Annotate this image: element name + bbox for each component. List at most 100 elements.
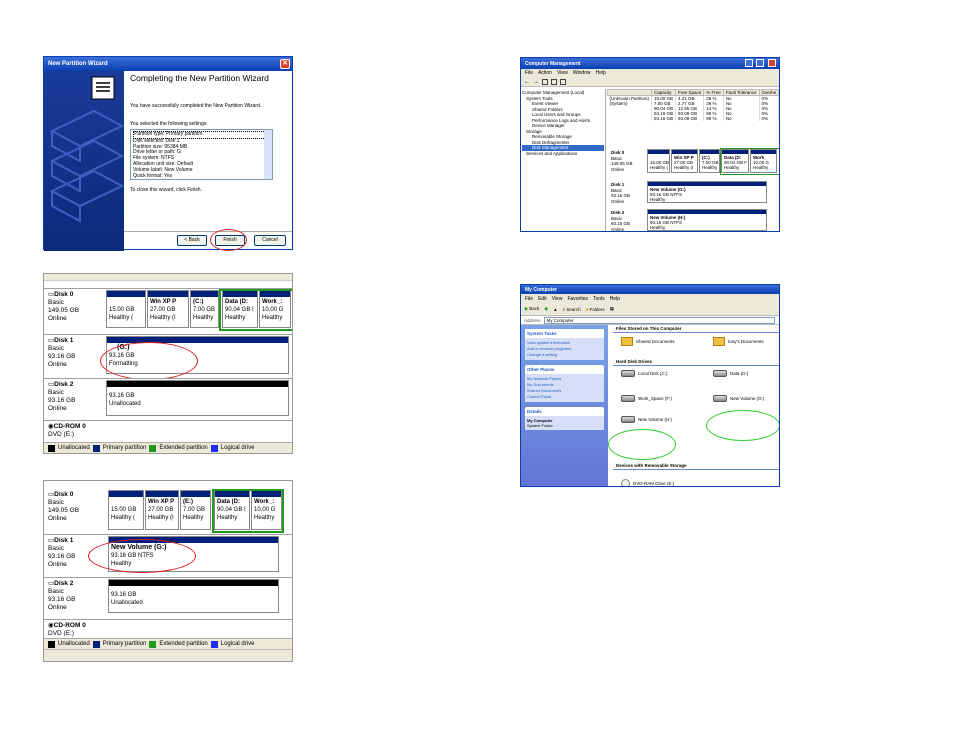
cm-title: Computer Management bbox=[525, 60, 581, 67]
disk0-partition[interactable]: (C:) 7.00 GB Healthy bbox=[190, 290, 219, 328]
cm-disk1-row[interactable]: Disk 1 Basic 93.16 GB Online New Volume (G:… bbox=[607, 180, 779, 206]
disk2-row[interactable]: ▭Disk 2 Basic 93.16 GB Online 93.16 GB Unal… bbox=[44, 378, 292, 420]
disk1-label: ▭Disk 1 Basic 93.16 GB Online bbox=[48, 537, 76, 568]
disk2-unallocated[interactable]: 93.16 GB Unallocated bbox=[108, 579, 279, 613]
wizard-side-banner bbox=[44, 71, 125, 251]
disk0-label: ▭Disk 0 Basic 149.05 GB Online bbox=[48, 491, 80, 522]
column-header[interactable]: Capacity bbox=[651, 89, 677, 96]
close-icon[interactable]: ✕ bbox=[280, 59, 290, 69]
maximize-icon[interactable] bbox=[756, 59, 764, 67]
drive-item[interactable]: New Volume (H:) bbox=[621, 416, 672, 423]
menu-file[interactable]: File bbox=[525, 296, 533, 302]
cm-disk0-row[interactable]: Disk 0 Basic 149.05 GB Online 15.00 GB Healt… bbox=[607, 148, 779, 178]
partition-name bbox=[109, 298, 143, 306]
table-row[interactable]: 93.16 GB 93.09 GB 99 % No 0% bbox=[607, 116, 779, 121]
drive-item[interactable]: Data (D:) bbox=[713, 370, 748, 377]
cm-disk2-partition[interactable]: New Volume (H:) 93.16 GB NTFS Healthy bbox=[647, 209, 767, 231]
table-cell bbox=[607, 116, 653, 121]
table-cell: 93.09 GB bbox=[675, 116, 705, 121]
cm-graphical-view: Disk 0 Basic 149.05 GB Online 15.00 GB Healt… bbox=[607, 144, 779, 231]
forward-icon[interactable]: ◉ bbox=[544, 306, 548, 312]
column-header[interactable]: Overhe bbox=[758, 89, 779, 96]
back-button[interactable]: < Back bbox=[177, 235, 207, 246]
partition-name: Win XP P bbox=[148, 499, 175, 505]
disk1-row[interactable]: ▭Disk 1 Basic 93.16 GB Online New Volume (… bbox=[44, 534, 292, 576]
cm-tree: Computer Management (Local) System Tools E… bbox=[521, 89, 606, 231]
menu-help[interactable]: Help bbox=[596, 70, 606, 76]
address-field[interactable]: My Computer bbox=[543, 316, 775, 324]
views-icon[interactable]: ▦ bbox=[610, 306, 614, 312]
back-icon: ◉ bbox=[524, 306, 528, 311]
partition-size: 27.00 GB bbox=[148, 507, 174, 513]
cancel-button[interactable]: Cancel bbox=[254, 235, 286, 246]
disk2-unallocated[interactable]: 93.16 GB Unallocated bbox=[106, 380, 289, 416]
cdrom-label: ◉CD-ROM 0 DVD (E:) bbox=[48, 423, 86, 438]
menu-favorites[interactable]: Favorites bbox=[567, 296, 588, 302]
column-header[interactable]: Fault Tolerance bbox=[722, 89, 760, 96]
column-header[interactable]: % Free bbox=[703, 89, 724, 96]
back-arrow-icon[interactable]: ← bbox=[524, 79, 530, 85]
partition-size: 7.00 GB bbox=[183, 507, 206, 513]
up-icon[interactable] bbox=[542, 78, 548, 85]
properties-icon[interactable] bbox=[551, 78, 557, 85]
disk1-row[interactable]: ▭Disk 1 Basic 93.16 GB Online (G:) 93.16 GB… bbox=[44, 334, 292, 380]
back-button[interactable]: ◉ Back bbox=[524, 306, 539, 312]
folder-icon bbox=[621, 337, 633, 346]
drive-label: Local Disk (C:) bbox=[638, 371, 668, 376]
disk0-partition[interactable]: 15.00 GB Healthy ( bbox=[647, 149, 670, 173]
column-header[interactable]: Free Space bbox=[675, 89, 705, 96]
wizard-success-text: You have successfully completed the New … bbox=[130, 103, 262, 109]
drive-item[interactable]: Work_Space (F:) bbox=[621, 395, 672, 402]
drive-item[interactable]: New Volume (G:) bbox=[713, 395, 764, 402]
other-place-link[interactable]: Control Panel bbox=[527, 394, 602, 400]
disk2-row[interactable]: ▭Disk 2 Basic 93.16 GB Online 93.16 GB Unal… bbox=[44, 577, 292, 619]
disk0-partition[interactable]: 15.00 GB Healthy ( bbox=[108, 490, 144, 530]
disk0-partition[interactable]: 15.00 GB Healthy ( bbox=[106, 290, 146, 328]
cm-disk2-row[interactable]: Disk 2 Basic 93.16 GB Online New Volume (H:… bbox=[607, 208, 779, 231]
drive-item[interactable]: Local Disk (C:) bbox=[621, 370, 668, 377]
folder-icon bbox=[713, 337, 725, 346]
cm-disk1-partition[interactable]: New Volume (G:) 93.16 GB NTFS Healthy bbox=[647, 181, 767, 203]
dvd-drive[interactable]: DVD-RAM Drive (E:) bbox=[621, 479, 674, 486]
help-icon[interactable] bbox=[560, 78, 566, 85]
partition-size: 7.00 GB bbox=[193, 307, 216, 313]
wizard-settings-list[interactable]: Partition type: Primary partition Disk se… bbox=[130, 129, 273, 180]
search-button[interactable]: ⌕ Search bbox=[563, 307, 581, 312]
system-tasks-panel: System Tasks View system information Add … bbox=[525, 329, 604, 360]
partition-name: Win XP P bbox=[150, 299, 177, 305]
disk0-partition[interactable]: Win XP P 27.00 GB Healthy (I bbox=[671, 149, 698, 173]
disk0-row[interactable]: ▭Disk 0 Basic 149.05 GB Online 15.00 GB Hea… bbox=[44, 489, 292, 533]
tree-item[interactable]: Services and Applications bbox=[522, 151, 604, 157]
user-documents[interactable]: tony's Documents bbox=[713, 337, 764, 346]
shared-documents[interactable]: Shared Documents bbox=[621, 337, 675, 346]
menu-help[interactable]: Help bbox=[610, 296, 620, 302]
disk0-partition[interactable]: (E:) 7.00 GB Healthy bbox=[180, 490, 211, 530]
disk0-partition[interactable]: (C:) 7.00 GB Healthy bbox=[699, 149, 720, 173]
disk0-partition[interactable]: Win XP P 27.00 GB Healthy (I bbox=[145, 490, 179, 530]
mc-content: Files Stored on This Computer Shared Doc… bbox=[608, 325, 779, 486]
folders-button[interactable]: ■ Folders bbox=[586, 307, 605, 312]
menu-action[interactable]: Action bbox=[538, 70, 552, 76]
cdrom-row[interactable]: ◉CD-ROM 0 DVD (E:) bbox=[44, 420, 292, 444]
forward-arrow-icon[interactable]: → bbox=[533, 79, 539, 85]
system-task-link[interactable]: Change a setting bbox=[527, 352, 602, 358]
disk0-partition[interactable]: Win XP P 27.00 GB Healthy (I bbox=[147, 290, 189, 328]
menu-view[interactable]: View bbox=[552, 296, 563, 302]
menu-file[interactable]: File bbox=[525, 70, 533, 76]
menu-window[interactable]: Window bbox=[573, 70, 591, 76]
wizard-settings-scrollbar[interactable] bbox=[264, 130, 272, 179]
system-tasks-header[interactable]: System Tasks bbox=[525, 329, 604, 338]
menu-tools[interactable]: Tools bbox=[593, 296, 605, 302]
minimize-icon[interactable] bbox=[745, 59, 753, 67]
up-folder-icon[interactable]: ▲ bbox=[553, 307, 557, 312]
details-panel: Details My Computer System Folder bbox=[525, 407, 604, 430]
other-places-header[interactable]: Other Places bbox=[525, 365, 604, 374]
details-header[interactable]: Details bbox=[525, 407, 604, 416]
menu-edit[interactable]: Edit bbox=[538, 296, 547, 302]
disk0-row[interactable]: ▭Disk 0 Basic 149.05 GB Online 15.00 GB Hea… bbox=[44, 288, 292, 334]
details-sub: System Folder bbox=[527, 423, 553, 428]
menu-view[interactable]: View bbox=[557, 70, 568, 76]
close-icon[interactable] bbox=[768, 59, 776, 67]
partition-status: Healthy (I bbox=[148, 515, 174, 521]
partition-status: Healthy (I bbox=[674, 165, 694, 170]
